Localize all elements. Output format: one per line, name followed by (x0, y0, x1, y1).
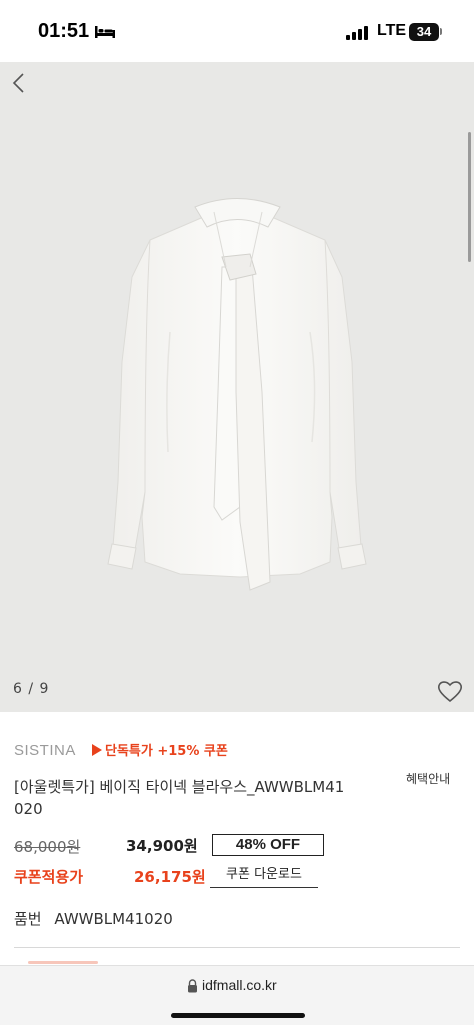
sku-value: AWWBLM41020 (54, 910, 173, 928)
network-label: LTE (377, 22, 407, 39)
scrollbar-thumb[interactable] (468, 132, 471, 262)
sku-label: 품번 (14, 910, 42, 928)
heart-icon[interactable] (436, 678, 464, 704)
lock-icon (188, 979, 197, 993)
sale-price: 34,900원 (126, 837, 198, 855)
product-image (107, 198, 367, 591)
divider (14, 947, 460, 948)
browser-address-bar[interactable]: idfmall.co.kr (0, 965, 474, 1025)
battery-tip (440, 28, 442, 35)
brand-name[interactable]: SISTINA (14, 742, 76, 759)
sku-row: 품번 AWWBLM41020 (14, 908, 173, 929)
url-text[interactable]: idfmall.co.kr (202, 977, 277, 993)
home-indicator[interactable] (171, 1013, 305, 1018)
product-title: [아울렛특가] 베이직 타이넥 블라우스_AWWBLM41 020 (14, 776, 394, 820)
status-time: 01:51 (38, 20, 90, 42)
coupon-price-label: 쿠폰적용가 (14, 868, 84, 886)
promo-label: 단독특가 +15% 쿠폰 (92, 740, 228, 759)
product-image-gallery[interactable]: 6 / 9 (0, 62, 474, 712)
status-bar: 01:51 LTE 34 (0, 0, 474, 62)
play-arrow-icon (92, 744, 102, 756)
back-chevron-icon[interactable] (8, 70, 32, 96)
product-title-line: [아울렛특가] 베이직 타이넥 블라우스_AWWBLM41 (14, 778, 345, 796)
image-page-indicator: 6 / 9 (13, 681, 50, 697)
product-title-line: 020 (14, 800, 43, 818)
original-price: 68,000원 (14, 838, 81, 856)
price-row: 68,000원 34,900원 48% OFF (14, 834, 464, 858)
coupon-row: 쿠폰적용가 26,175원 쿠폰 다운로드 (14, 864, 464, 890)
promo-text: 단독특가 +15% 쿠폰 (105, 744, 228, 759)
partially-hidden-content (28, 961, 98, 964)
benefit-info-button[interactable]: 혜택안내 (406, 770, 450, 787)
bed-icon (95, 26, 115, 38)
signal-icon (346, 26, 368, 40)
coupon-download-button[interactable]: 쿠폰 다운로드 (210, 864, 318, 888)
discount-badge: 48% OFF (212, 834, 324, 856)
brand-row: SISTINA 단독특가 +15% 쿠폰 (14, 740, 228, 760)
coupon-price: 26,175원 (134, 868, 206, 886)
battery-indicator: 34 (409, 23, 439, 41)
